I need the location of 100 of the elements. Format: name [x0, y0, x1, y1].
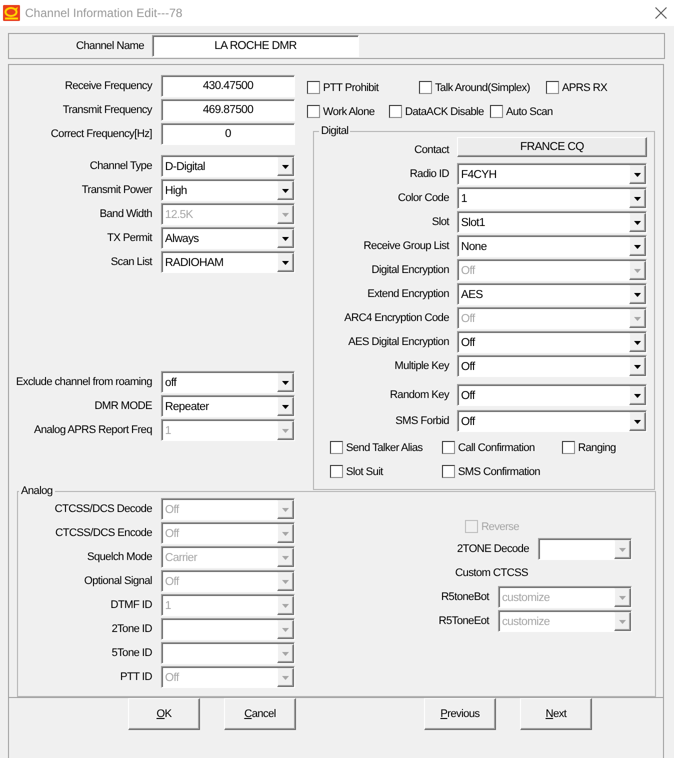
field-label: Transmit Power: [80, 184, 152, 196]
checkbox-label: Work Alone: [323, 106, 375, 118]
field-label: Random Key: [388, 389, 449, 401]
field-label: Correct Frequency[Hz]: [50, 128, 152, 140]
field-label: R5ToneEot: [438, 615, 489, 627]
caret-down-icon[interactable]: [277, 181, 294, 200]
next-button[interactable]: Next: [520, 698, 592, 730]
dropdown[interactable]: Always: [161, 227, 295, 249]
field-label: Channel Type: [88, 160, 152, 172]
field-label: ARC4 Encryption Code: [343, 312, 449, 324]
field-label: Squelch Mode: [86, 551, 152, 563]
cancel-button[interactable]: Cancel: [224, 698, 296, 730]
dropdown[interactable]: High: [161, 179, 295, 201]
dropdown[interactable]: 1: [457, 187, 647, 209]
field-label: Exclude channel from roaming: [15, 376, 152, 388]
dropdown[interactable]: Off: [457, 355, 647, 377]
dropdown[interactable]: RADIOHAM: [161, 251, 295, 273]
checkbox-label: Send Talker Alias: [346, 442, 423, 454]
group-title: Digital: [320, 125, 350, 138]
caret-down-icon[interactable]: [629, 165, 646, 184]
text-field[interactable]: LA ROCHE DMR: [152, 35, 359, 57]
text-field[interactable]: 469.87500: [161, 99, 295, 121]
caret-down-icon[interactable]: [629, 412, 646, 431]
dropdown[interactable]: AES: [457, 283, 647, 305]
field-label: Digital Encryption: [370, 264, 449, 276]
field-label: SMS Forbid: [394, 415, 449, 427]
field-label: DTMF ID: [110, 599, 152, 611]
checkbox[interactable]: [546, 81, 559, 94]
field-label: Radio ID: [408, 168, 449, 180]
dropdown[interactable]: Off: [457, 410, 647, 432]
checkbox[interactable]: [307, 81, 320, 94]
checkbox-label: DataACK Disable: [405, 106, 484, 118]
field-label: Optional Signal: [83, 575, 152, 587]
caret-down-icon[interactable]: [277, 157, 294, 176]
dropdown[interactable]: F4CYH: [457, 163, 647, 185]
field-label: AES Digital Encryption: [347, 336, 449, 348]
caret-down-icon[interactable]: [277, 397, 294, 416]
caret-down-icon[interactable]: [629, 333, 646, 352]
previous-button[interactable]: Previous: [424, 698, 496, 730]
checkbox-label: Ranging: [578, 442, 616, 454]
field-label: DMR MODE: [93, 400, 152, 412]
close-icon[interactable]: [655, 7, 667, 19]
checkbox-label: Reverse: [481, 520, 519, 532]
dropdown[interactable]: D-Digital: [161, 155, 295, 177]
checkbox[interactable]: [307, 105, 320, 118]
field-label: Scan List: [110, 256, 152, 268]
checkbox[interactable]: [562, 441, 575, 454]
field-label: 5Tone ID: [110, 647, 152, 659]
caret-down-icon[interactable]: [629, 285, 646, 304]
field-label: 2TONE Decode: [456, 543, 529, 555]
caret-down-icon[interactable]: [629, 386, 646, 405]
field-label: CTCSS/DCS Encode: [54, 527, 152, 539]
field-label: 2Tone ID: [110, 623, 152, 635]
caret-down-icon[interactable]: [629, 213, 646, 232]
checkbox[interactable]: [419, 81, 432, 94]
checkbox[interactable]: [442, 441, 455, 454]
checkbox-label: APRS RX: [562, 82, 608, 94]
window-title: Channel Information Edit---78: [25, 6, 182, 20]
field-label: Analog APRS Report Freq: [32, 424, 152, 436]
dropdown[interactable]: off: [161, 371, 295, 393]
field-label: Contact: [413, 144, 449, 157]
checkbox-label: Talk Around(Simplex): [435, 82, 530, 94]
checkbox[interactable]: [389, 105, 402, 118]
app-logo-icon: [3, 5, 20, 21]
field-label: Band Width: [98, 208, 152, 220]
text-field[interactable]: 430.47500: [161, 75, 295, 97]
checkbox-label: Slot Suit: [346, 466, 383, 478]
checkbox-label: Call Confirmation: [458, 442, 535, 454]
checkbox-label: Auto Scan: [506, 106, 553, 118]
section-label: Custom CTCSS: [455, 566, 528, 580]
field-label: Receive Group List: [362, 240, 449, 252]
checkbox[interactable]: [442, 465, 455, 478]
field-label: Transmit Frequency: [62, 104, 152, 116]
field-label: Channel Name: [75, 39, 144, 54]
checkbox[interactable]: [330, 465, 343, 478]
caret-down-icon[interactable]: [277, 373, 294, 392]
caret-down-icon[interactable]: [277, 253, 294, 272]
text-field[interactable]: 0: [161, 123, 295, 145]
ok-button[interactable]: OK: [128, 698, 200, 730]
group-title: Analog: [20, 485, 54, 498]
field-label: PTT ID: [119, 671, 152, 683]
field-label: TX Permit: [106, 232, 152, 244]
field-label: CTCSS/DCS Decode: [54, 503, 152, 515]
field-label: Multiple Key: [393, 360, 449, 372]
dropdown[interactable]: None: [457, 235, 647, 257]
checkbox-label: SMS Confirmation: [458, 466, 540, 478]
field-label: Slot: [430, 216, 449, 228]
dropdown[interactable]: Off: [457, 384, 647, 406]
dropdown[interactable]: Slot1: [457, 211, 647, 233]
contact-button[interactable]: FRANCE CQ: [457, 137, 647, 157]
caret-down-icon[interactable]: [277, 229, 294, 248]
caret-down-icon[interactable]: [629, 357, 646, 376]
dropdown[interactable]: Off: [457, 331, 647, 353]
caret-down-icon[interactable]: [629, 237, 646, 256]
caret-down-icon[interactable]: [629, 189, 646, 208]
checkbox-label: PTT Prohibit: [323, 82, 379, 94]
checkbox[interactable]: [490, 105, 503, 118]
field-label: Receive Frequency: [64, 80, 152, 92]
checkbox[interactable]: [330, 441, 343, 454]
dropdown[interactable]: Repeater: [161, 395, 295, 417]
